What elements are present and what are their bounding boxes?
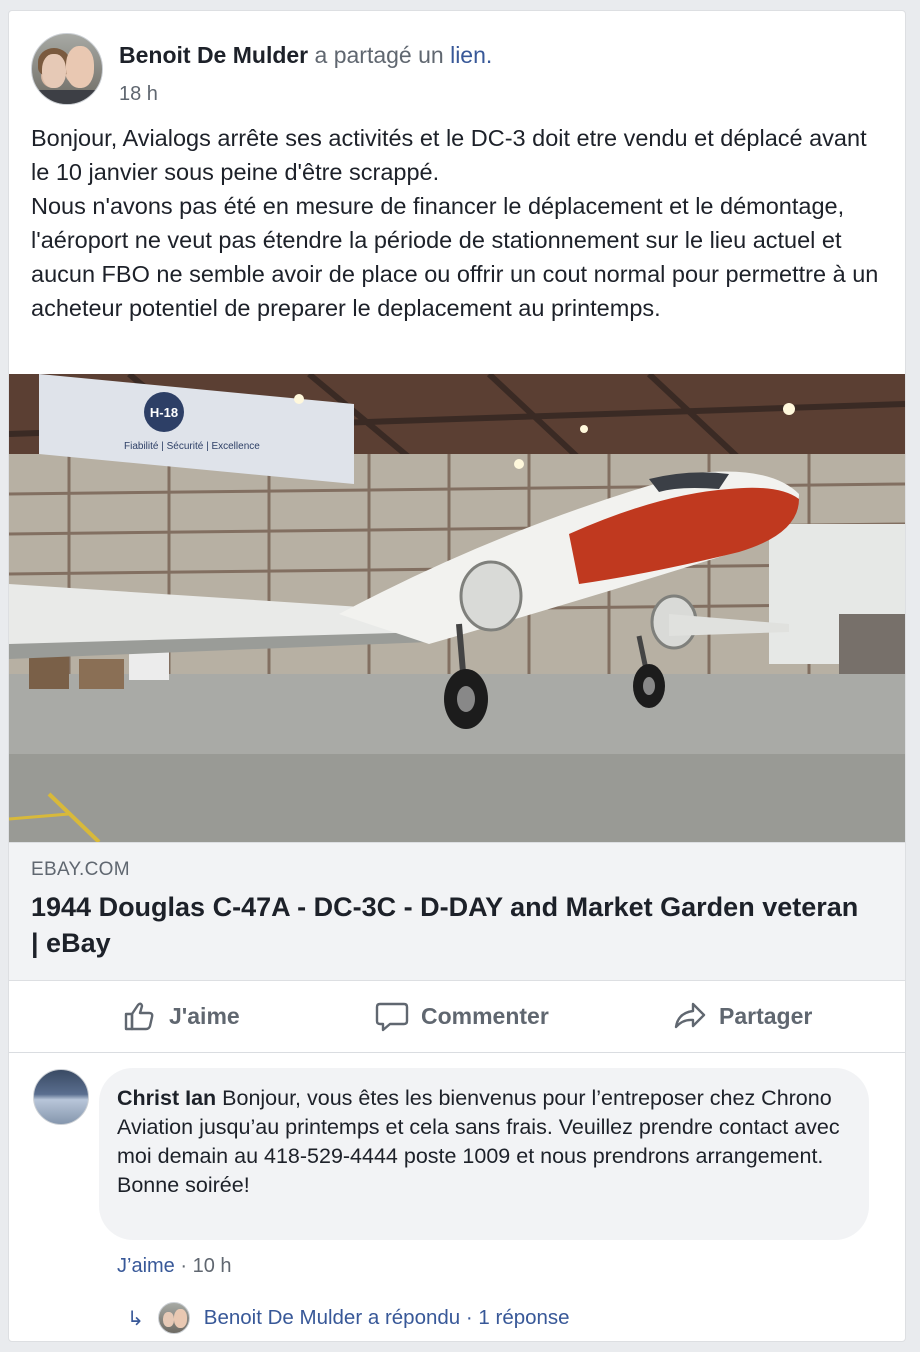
link-title[interactable]: 1944 Douglas C-47A - DC-3C - D-DAY and M… (31, 889, 871, 961)
post-paragraph-2: Nous n'avons pas été en mesure de financ… (31, 193, 879, 321)
post-card: Benoit De Mulder a partagé un lien. 18 h… (8, 10, 906, 1342)
post-paragraph-1: Bonjour, Avialogs arrête ses activités e… (31, 125, 867, 185)
comment-bubble-icon (375, 1002, 409, 1032)
post-photo[interactable]: H-18 Fiabilité | Sécurité | Excellence (9, 374, 905, 842)
commenter-name[interactable]: Christ Ian (117, 1086, 216, 1110)
post-action-text: a partagé un (314, 42, 444, 68)
comment-time[interactable]: 10 h (193, 1255, 232, 1277)
hangar-plane-image: H-18 Fiabilité | Sécurité | Excellence (9, 374, 905, 842)
link-preview[interactable]: EBAY.COM 1944 Douglas C-47A - DC-3C - D-… (9, 842, 905, 981)
like-button[interactable]: J'aime (123, 998, 240, 1034)
post-header: Benoit De Mulder a partagé un lien. 18 h (31, 33, 871, 109)
post-author-name[interactable]: Benoit De Mulder (119, 42, 308, 68)
post-timestamp[interactable]: 18 h (119, 83, 158, 106)
comment-button[interactable]: Commenter (375, 998, 549, 1034)
post-actions-bar: J'aime Commenter Partager (9, 980, 905, 1053)
comment-signoff: Bonne soirée! (117, 1173, 250, 1197)
post-action-link[interactable]: lien. (450, 42, 492, 68)
banner-badge-text: H-18 (150, 405, 178, 420)
link-domain: EBAY.COM (31, 859, 130, 880)
banner-text: Fiabilité | Sécurité | Excellence (124, 441, 260, 452)
share-label: Partager (719, 1002, 813, 1029)
like-label: J'aime (169, 1002, 240, 1029)
replies-link[interactable]: ↳ Benoit De Mulder a répondu · 1 réponse (127, 1301, 570, 1335)
comment-body: Bonjour, vous êtes les bienvenus pour l’… (117, 1086, 840, 1168)
post-body: Bonjour, Avialogs arrête ses activités e… (31, 121, 881, 325)
reply-author-avatar (157, 1302, 190, 1334)
comments-section: Christ Ian Bonjour, vous êtes les bienve… (9, 1053, 905, 1341)
comment-label: Commenter (421, 1002, 549, 1029)
comment-like-link[interactable]: J’aime (117, 1255, 175, 1277)
comment-text: Christ Ian Bonjour, vous êtes les bienve… (117, 1084, 857, 1200)
share-arrow-icon (674, 1002, 706, 1029)
comment-bubble: Christ Ian Bonjour, vous êtes les bienve… (99, 1068, 869, 1240)
post-author-line: Benoit De Mulder a partagé un lien. (119, 41, 492, 69)
comment-meta-separator: · (174, 1255, 193, 1277)
reply-arrow-icon: ↳ (127, 1307, 144, 1330)
commenter-avatar[interactable] (33, 1069, 89, 1125)
share-button[interactable]: Partager (673, 998, 812, 1034)
comment-meta: J’aime · 10 h (117, 1255, 232, 1278)
thumbs-up-icon (124, 1002, 154, 1031)
reply-summary[interactable]: Benoit De Mulder a répondu · 1 réponse (204, 1306, 570, 1330)
author-avatar[interactable] (31, 33, 103, 105)
